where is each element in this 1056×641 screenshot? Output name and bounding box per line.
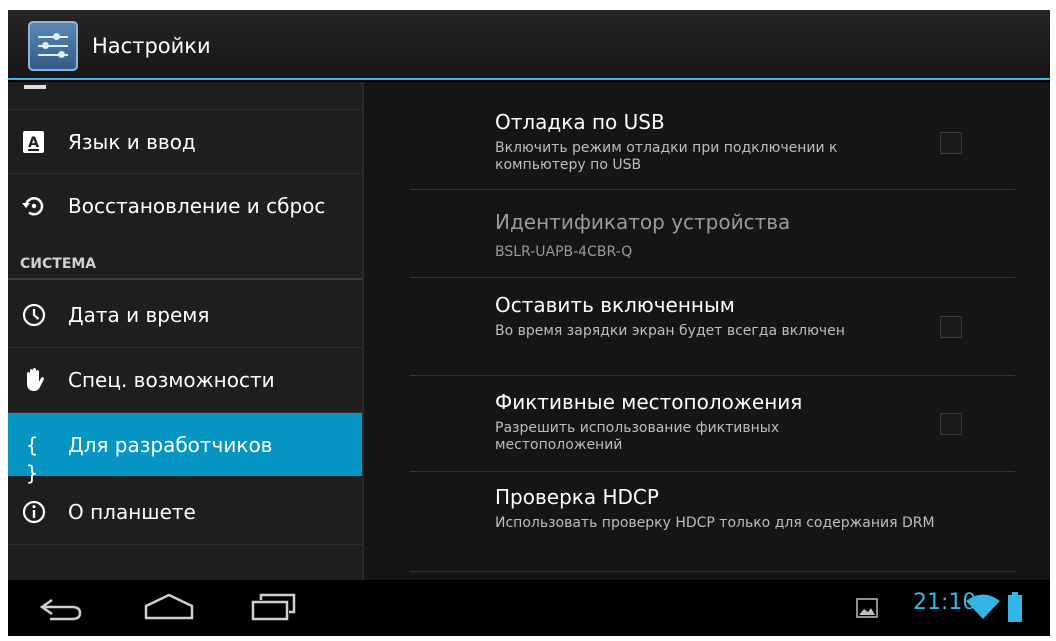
action-bar-divider: [8, 78, 1050, 80]
developer-options-pane[interactable]: Отладка по USB Включить режим отладки пр…: [362, 82, 1050, 580]
settings-sidebar[interactable]: A Язык и ввод Восстановление и сброс СИС…: [8, 82, 362, 580]
sidebar-item-label: Восстановление и сброс: [68, 194, 326, 218]
section-header-system: СИСТЕМА: [20, 256, 97, 272]
sidebar-item-label: Для разработчиков: [68, 433, 273, 457]
settings-app-icon[interactable]: [28, 21, 78, 71]
mock-locations-checkbox[interactable]: [940, 413, 962, 435]
svg-text:A: A: [28, 135, 39, 151]
pref-title: Идентификатор устройства: [495, 210, 791, 234]
home-icon[interactable]: [141, 592, 197, 626]
settings-screen: Настройки A Язык и ввод Восстановление и…: [8, 10, 1050, 636]
pref-summary: Во время зарядки экран будет всегда вклю…: [495, 323, 845, 339]
clock-icon: [20, 301, 48, 329]
pref-summary: Использовать проверку HDCP только для со…: [495, 515, 935, 531]
pref-title: Отладка по USB: [495, 110, 665, 134]
sidebar-item-label: Дата и время: [68, 303, 210, 327]
pref-summary: Включить режим отладки при подключении к…: [495, 140, 838, 173]
stay-awake-checkbox[interactable]: [940, 316, 962, 338]
pref-summary: Разрешить использование фиктивных местоп…: [495, 420, 780, 453]
wifi-icon: [966, 592, 1000, 620]
pref-title: Оставить включенным: [495, 293, 735, 317]
back-icon[interactable]: [38, 594, 86, 626]
recents-icon[interactable]: [249, 592, 299, 626]
sidebar-item-label: О планшете: [68, 500, 196, 524]
sidebar-item-about[interactable]: О планшете: [8, 480, 362, 543]
action-bar: Настройки: [8, 10, 1050, 80]
pref-hdcp-check[interactable]: Проверка HDCP Использовать проверку HDCP…: [410, 472, 1015, 570]
sidebar-item-backup[interactable]: Восстановление и сброс: [8, 174, 362, 237]
page-title: Настройки: [92, 34, 211, 58]
pref-device-id: Идентификатор устройства BSLR-UAPB-4CBR-…: [410, 190, 1015, 275]
sidebar-item-language[interactable]: A Язык и ввод: [8, 110, 362, 173]
pref-title: Фиктивные местоположения: [495, 390, 803, 414]
info-icon: [20, 498, 48, 526]
braces-icon: { }: [25, 433, 39, 485]
system-nav-bar: 21:10: [8, 580, 1050, 636]
sidebar-item-label: Язык и ввод: [68, 130, 196, 154]
pref-mock-locations[interactable]: Фиктивные местоположения Разрешить испол…: [410, 376, 1015, 471]
gallery-thumbnail-icon[interactable]: [856, 598, 878, 618]
restore-icon: [20, 192, 48, 220]
sidebar-item-accessibility[interactable]: Спец. возможности: [8, 348, 362, 411]
section-divider: [8, 278, 362, 280]
sidebar-item-date[interactable]: Дата и время: [8, 283, 362, 346]
keyboard-a-icon: A: [20, 128, 48, 156]
pref-usb-debugging[interactable]: Отладка по USB Включить режим отладки пр…: [410, 92, 1015, 177]
usb-debugging-checkbox[interactable]: [940, 132, 962, 154]
clipped-list-item-icon: [24, 85, 46, 89]
sidebar-item-label: Спец. возможности: [68, 368, 275, 392]
pref-title: Проверка HDCP: [495, 485, 659, 509]
hand-icon: [20, 366, 48, 394]
sidebar-item-developer[interactable]: { } Для разработчиков: [8, 413, 362, 485]
pref-summary: BSLR-UAPB-4CBR-Q: [495, 244, 633, 260]
battery-icon: [1008, 592, 1022, 622]
pref-stay-awake[interactable]: Оставить включенным Во время зарядки экр…: [410, 278, 1015, 374]
